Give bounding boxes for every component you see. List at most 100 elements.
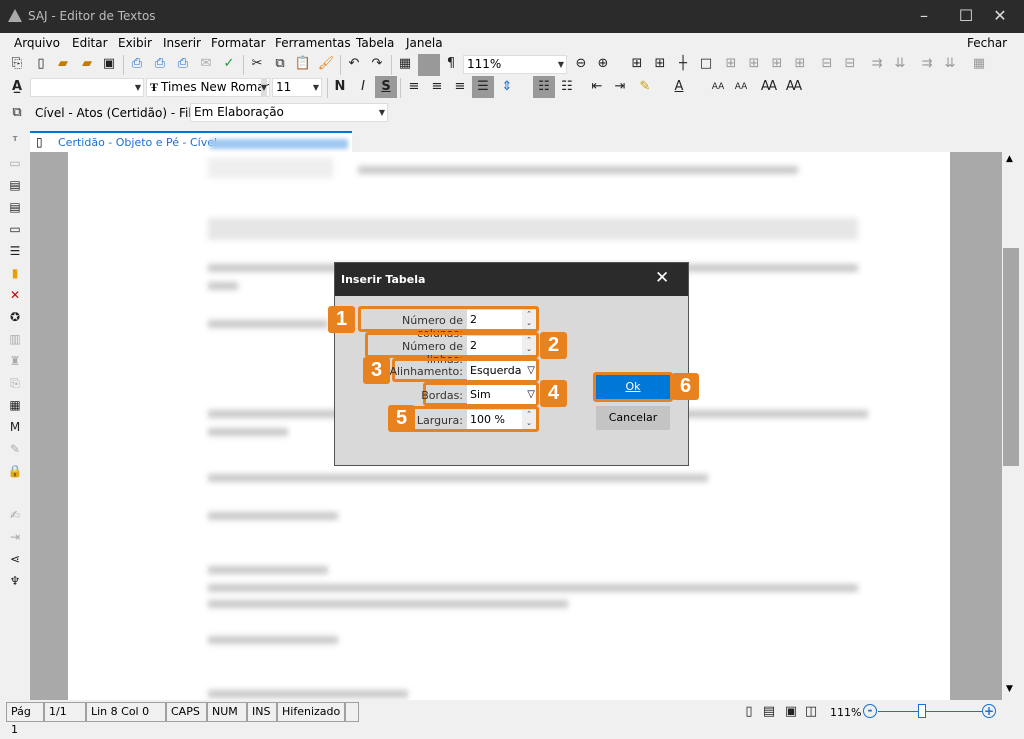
export-icon[interactable]: ⇥ — [6, 528, 24, 546]
table-bottom-border-icon[interactable]: ⊞ — [791, 55, 809, 73]
scroll-down-icon[interactable]: ▼ — [1006, 684, 1013, 694]
paragraph-marks-icon[interactable]: ¶ — [442, 55, 460, 73]
redo-icon[interactable]: ↷ — [368, 55, 386, 73]
maximize-button[interactable]: ☐ — [954, 5, 978, 27]
grow-font-icon[interactable]: AA — [709, 78, 727, 96]
save-icon[interactable]: ▣ — [100, 55, 118, 73]
table-left-border-icon[interactable]: ⊞ — [722, 55, 740, 73]
zoom-slider-thumb[interactable] — [917, 704, 926, 718]
highlight-icon[interactable]: ✎ — [636, 78, 654, 96]
shrink-font-icon[interactable]: AA — [732, 78, 750, 96]
font-size-select[interactable]: 11 ▼ — [272, 78, 322, 97]
signature-icon[interactable]: ✍ — [6, 506, 24, 524]
page-view-icon[interactable]: ▯ — [740, 703, 758, 721]
undo-icon[interactable]: ↶ — [345, 55, 363, 73]
insert-table-icon[interactable]: ▦ — [396, 55, 414, 73]
justify-icon[interactable]: ☰ — [472, 76, 494, 98]
insert-column-icon[interactable]: ⇊ — [891, 55, 909, 73]
edit-icon[interactable]: ✎ — [6, 440, 24, 458]
table-cross-icon[interactable]: ┼ — [674, 55, 692, 73]
print-setup-icon[interactable]: ⎙ — [151, 55, 169, 73]
new-from-template-icon[interactable]: ⎘ — [8, 55, 26, 73]
copy-icon[interactable]: ⧉ — [271, 55, 289, 73]
menu-janela[interactable]: Janela — [406, 36, 443, 50]
field-icon[interactable]: ▮ — [6, 264, 24, 282]
paint-icon[interactable]: ♆ — [6, 572, 24, 590]
print-icon[interactable]: ⎙ — [128, 55, 146, 73]
web-view-icon[interactable]: ▣ — [782, 703, 800, 721]
menu-inserir[interactable]: Inserir — [163, 36, 201, 50]
zoom-out-button[interactable]: - — [863, 704, 877, 718]
font-color-icon[interactable]: A — [670, 78, 688, 96]
menu-exibir[interactable]: Exibir — [118, 36, 152, 50]
zoom-slider[interactable] — [878, 711, 982, 712]
style-select[interactable]: ▼ — [30, 78, 144, 97]
underline-icon[interactable]: S — [375, 76, 397, 98]
zoom-out-icon[interactable]: ⊖ — [572, 55, 590, 73]
columns-spinner[interactable]: ⌃ ⌄ — [522, 310, 536, 329]
menu-ferramentas[interactable]: Ferramentas — [275, 36, 351, 50]
table-properties-icon[interactable]: ▦ — [970, 55, 988, 73]
text-select-icon[interactable]: ᵀ — [6, 132, 24, 150]
seal-icon[interactable]: ✪ — [6, 308, 24, 326]
print-preview-icon[interactable]: ⎙ — [174, 55, 192, 73]
increase-indent-icon[interactable]: ⇥ — [611, 78, 629, 96]
columns-icon[interactable]: ▥ — [6, 330, 24, 348]
rows-spinner[interactable]: ⌃ ⌄ — [522, 336, 536, 355]
table-top-border-icon[interactable]: ⊞ — [768, 55, 786, 73]
menu-formatar[interactable]: Formatar — [211, 36, 266, 50]
scroll-thumb[interactable] — [1003, 248, 1019, 466]
bold-icon[interactable]: N — [331, 78, 349, 96]
rows-input[interactable]: 2 ⌃ ⌄ — [467, 336, 536, 355]
delete-row-icon[interactable]: ⇉ — [918, 55, 936, 73]
line-spacing-icon[interactable]: ⇕ — [498, 78, 516, 96]
stamp-icon[interactable]: ♜ — [6, 352, 24, 370]
change-case-icon[interactable]: Ꜳ — [760, 78, 778, 96]
m-document-icon[interactable]: M — [6, 418, 24, 436]
share-icon[interactable]: ⋖ — [6, 550, 24, 568]
new-document-icon[interactable]: ▯ — [32, 55, 50, 73]
minimize-button[interactable]: – — [912, 5, 936, 27]
cut-icon[interactable]: ✂ — [248, 55, 266, 73]
align-left-icon[interactable]: ≡ — [405, 78, 423, 96]
width-spinner[interactable]: ⌃ ⌄ — [522, 410, 536, 429]
calendar-icon[interactable]: ▦ — [6, 396, 24, 414]
italic-icon[interactable]: I — [354, 78, 372, 96]
insert-row-icon[interactable]: ⇉ — [868, 55, 886, 73]
borders-select[interactable]: Sim ▽ — [467, 385, 536, 404]
bullets-icon[interactable]: ☷ — [533, 76, 555, 98]
vertical-scrollbar[interactable]: ▲ ▼ — [1002, 152, 1021, 700]
normal-view-icon[interactable]: ▤ — [760, 703, 778, 721]
zoom-select[interactable]: 111% ▼ — [463, 55, 567, 74]
format-painter-icon[interactable]: 🖌 — [317, 55, 335, 73]
open-folder-icon[interactable]: ▰ — [54, 55, 72, 73]
delete-column-icon[interactable]: ⇊ — [941, 55, 959, 73]
alignment-select[interactable]: Esquerda ▽ — [467, 361, 536, 380]
menu-editar[interactable]: Editar — [72, 36, 108, 50]
decrease-indent-icon[interactable]: ⇤ — [588, 78, 606, 96]
table-grid-icon[interactable] — [418, 54, 440, 76]
table-inner-borders-icon[interactable]: ⊞ — [651, 55, 669, 73]
note-icon[interactable]: ▭ — [6, 220, 24, 238]
menu-tabela[interactable]: Tabela — [356, 36, 394, 50]
form-icon[interactable]: ▤ — [6, 176, 24, 194]
close-window-button[interactable]: ✕ — [988, 5, 1012, 27]
font-select[interactable]: Ŧ Times New Roman ▼ — [146, 78, 270, 97]
lock-icon[interactable]: 🔒 — [6, 462, 24, 480]
list-icon[interactable]: ☰ — [6, 242, 24, 260]
two-page-view-icon[interactable]: ◫ — [802, 703, 820, 721]
spellcheck-icon[interactable]: ✓ — [220, 55, 238, 73]
font-effects-icon[interactable]: Ꜳ — [785, 78, 803, 96]
align-right-icon[interactable]: ≡ — [451, 78, 469, 96]
menu-arquivo[interactable]: Arquivo — [14, 36, 60, 50]
paste-icon[interactable]: 📋 — [294, 55, 312, 73]
open-recent-icon[interactable]: ▰ — [78, 55, 96, 73]
width-input[interactable]: 100 % ⌃ ⌄ — [467, 410, 536, 429]
columns-input[interactable]: 2 ⌃ ⌄ — [467, 310, 536, 329]
zoom-in-icon[interactable]: ⊕ — [594, 55, 612, 73]
split-cells-icon[interactable]: ⊟ — [841, 55, 859, 73]
scroll-up-icon[interactable]: ▲ — [1006, 154, 1013, 164]
table-borders-icon[interactable]: ⊞ — [628, 55, 646, 73]
cancel-button[interactable]: Cancelar — [596, 406, 670, 430]
tab-document[interactable]: ▯ Certidão - Objeto e Pé - Cível — [30, 131, 352, 153]
